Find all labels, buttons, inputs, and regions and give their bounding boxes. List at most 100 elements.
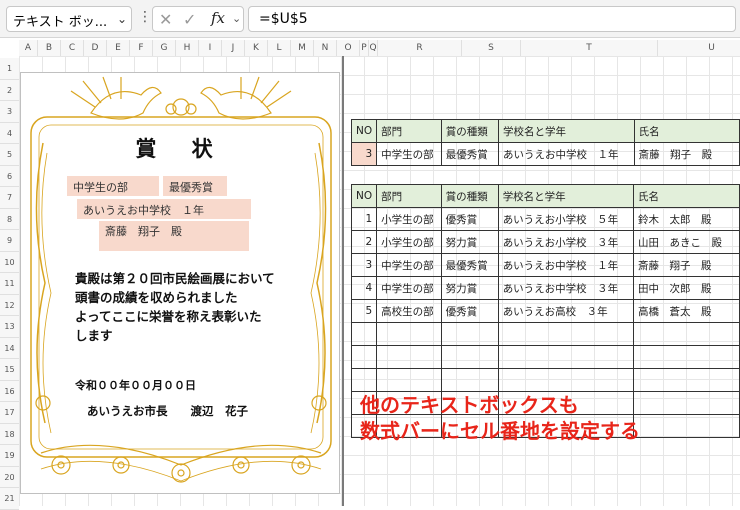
row-header[interactable]: 1 xyxy=(0,58,19,80)
cell-name[interactable]: 高橋 蒼太 殿 xyxy=(633,299,740,323)
empty-cell[interactable] xyxy=(350,368,378,392)
empty-cell[interactable] xyxy=(633,414,740,438)
cell-award[interactable]: 努力賞 xyxy=(440,276,499,300)
cell-award[interactable]: 優秀賞 xyxy=(440,299,499,323)
cell-award[interactable]: 優秀賞 xyxy=(440,207,499,231)
header-award[interactable]: 賞の種類 xyxy=(440,119,500,143)
column-header[interactable]: S xyxy=(462,40,521,56)
header-name[interactable]: 氏名 xyxy=(633,119,740,143)
row-header[interactable]: 10 xyxy=(0,251,19,273)
chevron-down-icon[interactable]: ⌄ xyxy=(117,12,127,26)
row-header[interactable]: 21 xyxy=(0,488,19,510)
award-textbox[interactable]: 最優秀賞 xyxy=(163,176,227,196)
cell-name[interactable]: 斎藤 翔子 殿 xyxy=(633,253,740,277)
cell-school[interactable]: あいうえお中学校 ３年 xyxy=(497,276,635,300)
cell-no[interactable]: 1 xyxy=(350,207,378,231)
column-header[interactable]: K xyxy=(245,40,268,56)
row-header[interactable]: 2 xyxy=(0,79,19,101)
confirm-icon[interactable]: ✓ xyxy=(183,10,196,29)
row-header[interactable]: 19 xyxy=(0,445,19,467)
row-header[interactable]: 7 xyxy=(0,187,19,209)
header-school[interactable]: 学校名と学年 xyxy=(498,119,635,143)
cell-dept[interactable]: 中学生の部 xyxy=(376,276,442,300)
row-header[interactable]: 16 xyxy=(0,380,19,402)
column-header[interactable]: G xyxy=(153,40,176,56)
column-header[interactable]: M xyxy=(291,40,314,56)
empty-cell[interactable] xyxy=(633,368,740,392)
cell-name[interactable]: 田中 次郎 殿 xyxy=(633,276,740,300)
column-header[interactable]: H xyxy=(176,40,199,56)
formula-input[interactable]: =$U$5 xyxy=(248,6,736,32)
certificate[interactable]: 賞 状 中学生の部 最優秀賞 あいうえお中学校 １年 斎藤 翔子 殿 貴殿は第２… xyxy=(20,72,340,494)
empty-cell[interactable] xyxy=(440,345,499,369)
row-header[interactable]: 8 xyxy=(0,208,19,230)
cell-award[interactable]: 最優秀賞 xyxy=(440,253,499,277)
cell-dept[interactable]: 高校生の部 xyxy=(376,299,442,323)
row-header[interactable]: 15 xyxy=(0,359,19,381)
header-name[interactable]: 氏名 xyxy=(633,184,740,208)
column-header[interactable]: Q xyxy=(369,40,378,56)
cancel-icon[interactable]: ✕ xyxy=(159,10,172,29)
row-header[interactable]: 4 xyxy=(0,122,19,144)
row-header[interactable]: 14 xyxy=(0,337,19,359)
row-header[interactable]: 3 xyxy=(0,101,19,123)
cell-school[interactable]: あいうえお小学校 ３年 xyxy=(497,230,635,254)
empty-cell[interactable] xyxy=(376,322,442,346)
cell-dept[interactable]: 中学生の部 xyxy=(376,253,442,277)
empty-cell[interactable] xyxy=(440,322,499,346)
empty-cell[interactable] xyxy=(497,345,635,369)
row-header[interactable]: 17 xyxy=(0,402,19,424)
cell-no[interactable]: 2 xyxy=(350,230,378,254)
header-no[interactable]: NO xyxy=(350,119,378,143)
chevron-down-icon[interactable]: ⌄ xyxy=(232,12,241,25)
insert-function-icon[interactable]: fx xyxy=(211,9,225,27)
header-school[interactable]: 学校名と学年 xyxy=(497,184,635,208)
name-box[interactable]: テキスト ボッ... ⌄ xyxy=(6,6,132,32)
column-header[interactable]: O xyxy=(337,40,360,56)
empty-cell[interactable] xyxy=(376,345,442,369)
name-textbox[interactable]: 斎藤 翔子 殿 xyxy=(99,221,249,251)
column-header[interactable]: B xyxy=(38,40,61,56)
empty-cell[interactable] xyxy=(350,345,378,369)
row-header[interactable]: 9 xyxy=(0,230,19,252)
empty-cell[interactable] xyxy=(497,322,635,346)
row-header[interactable]: 18 xyxy=(0,423,19,445)
cell-name[interactable]: 斎藤 翔子 殿 xyxy=(633,142,740,166)
cell-school[interactable]: あいうえお中学校 １年 xyxy=(497,253,635,277)
header-dept[interactable]: 部門 xyxy=(376,184,442,208)
column-header[interactable]: U xyxy=(658,40,740,56)
cell-school[interactable]: あいうえお高校 ３年 xyxy=(497,299,635,323)
column-header[interactable]: A xyxy=(19,40,38,56)
cell-dept[interactable]: 小学生の部 xyxy=(376,230,442,254)
more-options-icon[interactable]: ⋮ xyxy=(138,9,152,25)
cell-no[interactable]: 3 xyxy=(350,142,378,166)
cell-no[interactable]: 5 xyxy=(350,299,378,323)
header-award[interactable]: 賞の種類 xyxy=(440,184,499,208)
cell-dept[interactable]: 小学生の部 xyxy=(376,207,442,231)
cell-award[interactable]: 最優秀賞 xyxy=(440,142,500,166)
cell-name[interactable]: 山田 あきこ 殿 xyxy=(633,230,740,254)
empty-cell[interactable] xyxy=(497,368,635,392)
column-header[interactable]: D xyxy=(84,40,107,56)
empty-cell[interactable] xyxy=(633,345,740,369)
school-textbox[interactable]: あいうえお中学校 １年 xyxy=(77,199,251,219)
column-header[interactable]: F xyxy=(130,40,153,56)
column-header[interactable]: T xyxy=(521,40,658,56)
cell-school[interactable]: あいうえお小学校 ５年 xyxy=(497,207,635,231)
cell-award[interactable]: 努力賞 xyxy=(440,230,499,254)
row-header[interactable]: 13 xyxy=(0,316,19,338)
empty-cell[interactable] xyxy=(633,391,740,415)
row-header[interactable]: 20 xyxy=(0,466,19,488)
row-header[interactable]: 6 xyxy=(0,165,19,187)
empty-cell[interactable] xyxy=(440,368,499,392)
column-header[interactable]: L xyxy=(268,40,291,56)
column-header[interactable]: J xyxy=(222,40,245,56)
empty-cell[interactable] xyxy=(376,368,442,392)
column-header[interactable]: P xyxy=(360,40,369,56)
row-header[interactable]: 11 xyxy=(0,273,19,295)
column-header[interactable]: I xyxy=(199,40,222,56)
cell-name[interactable]: 鈴木 太郎 殿 xyxy=(633,207,740,231)
column-header[interactable]: E xyxy=(107,40,130,56)
empty-cell[interactable] xyxy=(633,322,740,346)
column-header[interactable]: R xyxy=(378,40,462,56)
